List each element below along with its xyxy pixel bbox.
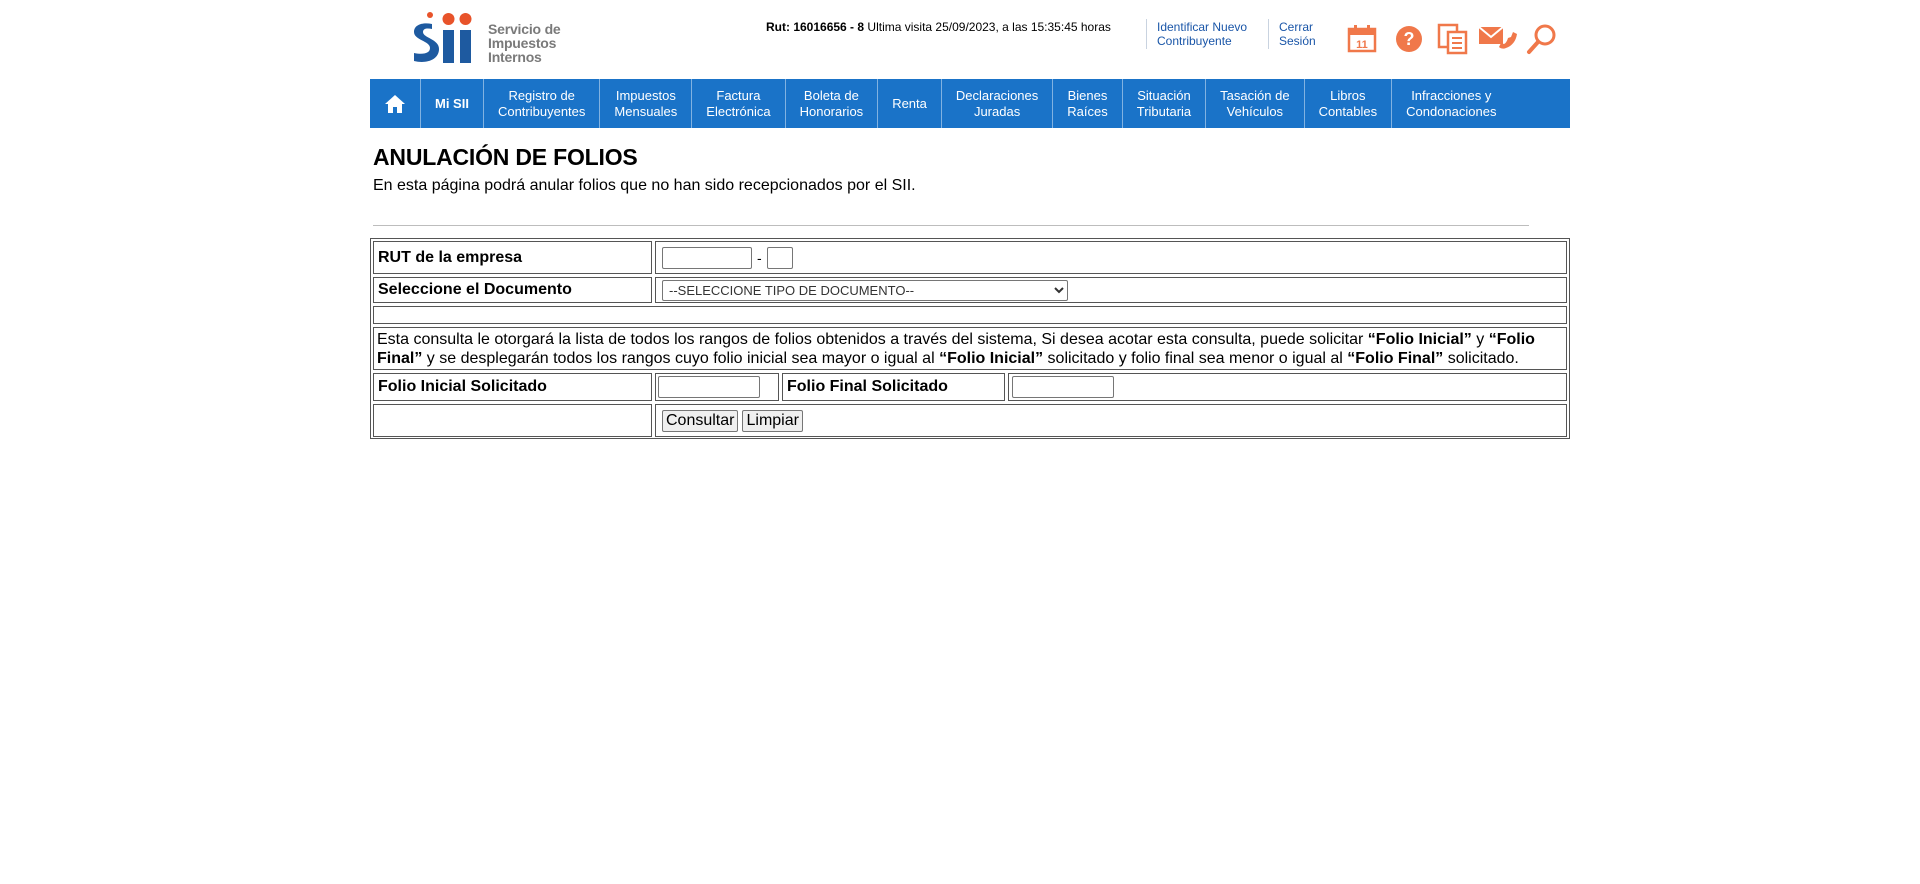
rut-input[interactable] xyxy=(662,246,752,269)
rut-dash: - xyxy=(757,249,762,266)
header: Servicio de Impuestos Internos Rut: 1601… xyxy=(370,0,1570,79)
nav-infracciones-condonaciones[interactable]: Infracciones y Condonaciones xyxy=(1391,79,1510,128)
document-field-cell: --SELECCIONE TIPO DE DOCUMENTO-- xyxy=(655,277,1567,303)
folio-final-input[interactable] xyxy=(1012,376,1114,398)
nav-tasacion-vehiculos[interactable]: Tasación de Vehículos xyxy=(1205,79,1303,128)
folio-inicial-label: Folio Inicial Solicitado xyxy=(373,373,652,401)
document-type-select[interactable]: --SELECCIONE TIPO DE DOCUMENTO-- xyxy=(662,279,1068,301)
actions-cell: Consultar Limpiar xyxy=(655,404,1567,437)
user-info: Rut: 16016656 - 8 Ultima visita 25/09/20… xyxy=(766,20,1111,34)
nav-situacion-tributaria[interactable]: Situación Tributaria xyxy=(1121,79,1205,128)
header-divider xyxy=(1146,19,1147,49)
contact-icon[interactable] xyxy=(1478,22,1520,56)
nav-declaraciones-juradas[interactable]: Declaraciones Juradas xyxy=(940,79,1052,128)
nav-bienes-raices[interactable]: Bienes Raíces xyxy=(1052,79,1121,128)
svg-text:11: 11 xyxy=(1356,39,1368,51)
folio-final-label: Folio Final Solicitado xyxy=(782,373,1005,401)
sii-logo[interactable]: Servicio de Impuestos Internos xyxy=(410,8,580,68)
help-icon[interactable]: ? xyxy=(1394,22,1424,56)
info-text: Esta consulta le otorgará la lista de to… xyxy=(373,327,1567,370)
document-label: Seleccione el Documento xyxy=(373,277,652,303)
folio-inicial-input[interactable] xyxy=(658,376,760,398)
sii-logo-mark xyxy=(414,12,472,63)
logout-link[interactable]: Cerrar Sesión xyxy=(1279,20,1316,48)
calendar-icon[interactable]: 11 xyxy=(1346,22,1378,56)
main-nav: Mi SII Registro de Contribuyentes Impuest… xyxy=(370,79,1570,128)
rut-dv-input[interactable] xyxy=(766,246,793,269)
nav-boleta-honorarios[interactable]: Boleta de Honorarios xyxy=(784,79,878,128)
identify-taxpayer-link[interactable]: Identificar Nuevo Contribuyente xyxy=(1157,20,1247,48)
folio-final-cell xyxy=(1008,373,1567,401)
last-visit: Ultima visita 25/09/2023, a las 15:35:45… xyxy=(867,20,1111,34)
nav-libros-contables[interactable]: Libros Contables xyxy=(1303,79,1392,128)
logo-text: Servicio de Impuestos Internos xyxy=(488,21,561,65)
svg-text:?: ? xyxy=(1404,29,1415,49)
nav-mi-sii[interactable]: Mi SII xyxy=(420,79,483,128)
anulacion-form: RUT de la empresa - Seleccione el Docume… xyxy=(370,238,1570,439)
home-icon xyxy=(385,94,405,113)
nav-registro-contribuyentes[interactable]: Registro de Contribuyentes xyxy=(482,79,599,128)
rut-field-cell: - xyxy=(655,241,1567,274)
empty-cell xyxy=(373,404,652,437)
header-divider xyxy=(1268,19,1269,49)
limpiar-button[interactable]: Limpiar xyxy=(742,409,803,432)
page-description: En esta página podrá anular folios que n… xyxy=(373,177,916,194)
search-icon[interactable] xyxy=(1525,22,1559,56)
documents-icon[interactable] xyxy=(1436,22,1470,56)
nav-home[interactable] xyxy=(370,79,420,128)
consultar-button[interactable]: Consultar xyxy=(662,409,739,432)
page-title: ANULACIÓN DE FOLIOS xyxy=(373,144,638,170)
rut-label: RUT de la empresa xyxy=(373,241,652,274)
nav-factura-electronica[interactable]: Factura Electrónica xyxy=(691,79,784,128)
nav-impuestos-mensuales[interactable]: Impuestos Mensuales xyxy=(599,79,691,128)
rut-display: Rut: 16016656 - 8 xyxy=(766,20,865,34)
folio-inicial-cell xyxy=(655,373,779,401)
empty-row xyxy=(373,306,1567,324)
nav-renta[interactable]: Renta xyxy=(877,79,941,128)
divider xyxy=(373,225,1529,226)
